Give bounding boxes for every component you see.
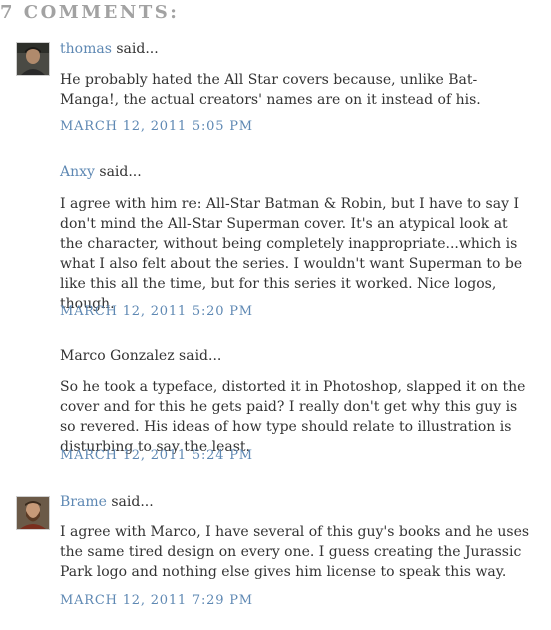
comment-author-name: Marco Gonzalez bbox=[60, 348, 175, 364]
avatar[interactable] bbox=[16, 496, 50, 530]
said-label: said... bbox=[111, 494, 154, 510]
comment-body: I agree with Marco, I have several of th… bbox=[60, 524, 530, 580]
avatar[interactable] bbox=[16, 42, 50, 76]
comment-timestamp-link[interactable]: MARCH 12, 2011 7:29 PM bbox=[60, 593, 253, 608]
comment-author-line: Anxy said... bbox=[60, 164, 142, 180]
user-photo-icon bbox=[17, 43, 49, 75]
said-label: said... bbox=[99, 164, 142, 180]
comment-timestamp-link[interactable]: MARCH 12, 2011 5:20 PM bbox=[60, 304, 253, 319]
comment-body: He probably hated the All Star covers be… bbox=[60, 72, 481, 108]
comment-timestamp-link[interactable]: MARCH 12, 2011 5:05 PM bbox=[60, 119, 253, 134]
comments-heading: 7 COMMENTS: bbox=[0, 2, 180, 23]
comment-author-link[interactable]: thomas bbox=[60, 41, 112, 57]
said-label: said... bbox=[179, 348, 222, 364]
comment-author-line: thomas said... bbox=[60, 41, 159, 57]
comment-author-link[interactable]: Brame bbox=[60, 494, 107, 510]
comment-author-line: Marco Gonzalez said... bbox=[60, 348, 221, 364]
said-label: said... bbox=[116, 41, 159, 57]
user-photo-icon bbox=[17, 497, 49, 529]
comment-body: I agree with him re: All-Star Batman & R… bbox=[60, 196, 523, 312]
comment-author-link[interactable]: Anxy bbox=[60, 164, 95, 180]
comment-body: So he took a typeface, distorted it in P… bbox=[60, 379, 526, 455]
comment-timestamp-link[interactable]: MARCH 12, 2011 5:24 PM bbox=[60, 448, 253, 463]
comment-author-line: Brame said... bbox=[60, 494, 154, 510]
